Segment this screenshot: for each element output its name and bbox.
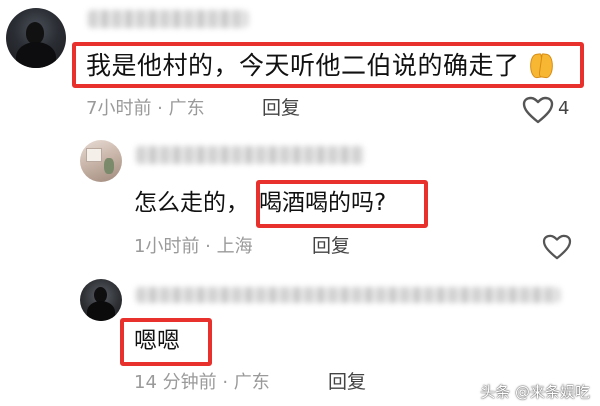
reply-text: 怎么走的， 喝酒喝的吗? xyxy=(134,192,386,215)
avatar[interactable] xyxy=(80,140,122,182)
heart-icon xyxy=(542,234,572,260)
blurred-username[interactable] xyxy=(88,10,248,28)
comment-text: 我是他村的，今天听他二伯说的确走了 xyxy=(86,51,555,80)
watermark: 头条 @来条娱吃 xyxy=(480,383,590,401)
avatar-plant xyxy=(104,158,114,174)
avatar-window xyxy=(86,148,102,162)
avatar[interactable] xyxy=(6,8,66,68)
reply-text-highlight: 喝酒喝的吗? xyxy=(259,190,387,216)
blurred-username[interactable] xyxy=(136,287,560,303)
reply-button[interactable]: 回复 xyxy=(312,237,350,256)
reply-text-prefix: 怎么走的， xyxy=(134,190,249,216)
avatar[interactable] xyxy=(80,279,122,321)
heart-icon xyxy=(522,96,554,124)
avatar-shoulders xyxy=(16,42,56,68)
blurred-username[interactable] xyxy=(136,146,364,164)
reply-text: 嗯嗯 xyxy=(134,328,180,354)
pray-icon xyxy=(528,52,555,79)
comment-body: 我是他村的，今天听他二伯说的确走了 xyxy=(86,51,520,80)
reply-time-location: 1小时前 · 上海 xyxy=(134,236,253,257)
like-button[interactable] xyxy=(522,96,554,128)
reply-time-location: 14 分钟前 · 广东 xyxy=(134,372,270,393)
reply-button[interactable]: 回复 xyxy=(328,373,366,392)
reply-button[interactable]: 回复 xyxy=(262,99,300,118)
comment-time-location: 7小时前 · 广东 xyxy=(86,98,205,119)
comment-thread: 我是他村的，今天听他二伯说的确走了 7小时前 · 广东 回复 4 怎么走的， 喝酒… xyxy=(0,0,600,406)
avatar-head xyxy=(26,22,44,44)
like-button[interactable] xyxy=(542,234,572,264)
avatar-shoulders xyxy=(87,301,115,321)
like-count: 4 xyxy=(558,98,570,119)
